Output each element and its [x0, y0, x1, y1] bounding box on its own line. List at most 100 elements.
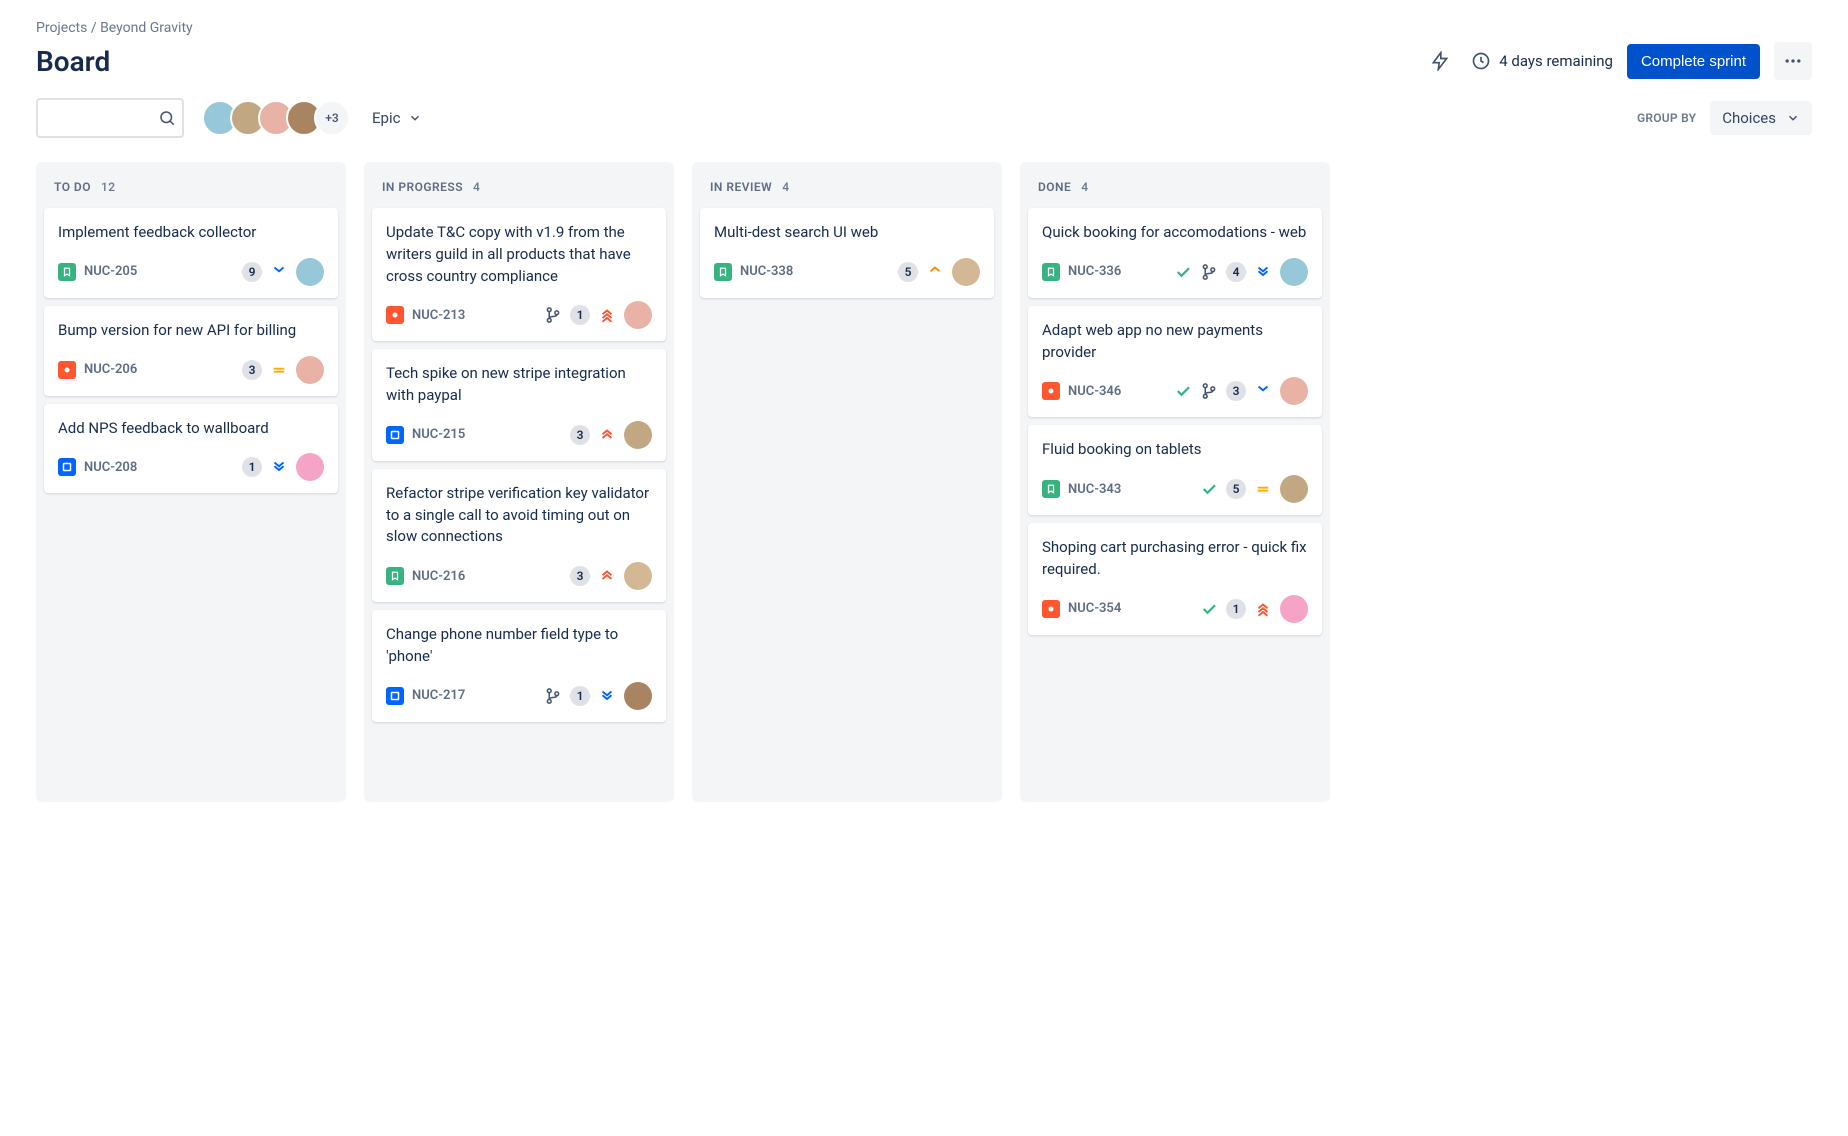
priority-icon — [598, 567, 616, 585]
issue-card[interactable]: Refactor stripe verification key validat… — [372, 469, 666, 602]
more-actions-button[interactable] — [1774, 42, 1812, 80]
assignee-avatar[interactable] — [1280, 258, 1308, 286]
assignee-avatar[interactable] — [296, 356, 324, 384]
column-inprogress: IN PROGRESS 4 Update T&C copy with v1.9 … — [364, 162, 674, 802]
column-done: DONE 4 Quick booking for accomodations -… — [1020, 162, 1330, 802]
ellipsis-icon — [1783, 51, 1803, 71]
branch-icon — [1200, 263, 1218, 281]
priority-icon — [1254, 600, 1272, 618]
breadcrumb-projects[interactable]: Projects — [36, 20, 87, 36]
card-title: Update T&C copy with v1.9 from the write… — [386, 222, 652, 287]
breadcrumb: Projects / Beyond Gravity — [36, 20, 1812, 36]
column-title: TO DO — [54, 180, 91, 194]
story-points-badge: 5 — [898, 262, 918, 282]
issue-key: NUC-206 — [84, 362, 137, 377]
story-points-badge: 3 — [242, 360, 262, 380]
card-title: Multi-dest search UI web — [714, 222, 980, 244]
column-title: IN PROGRESS — [382, 180, 463, 194]
priority-medium-icon — [1254, 480, 1272, 498]
story-points-badge: 1 — [570, 305, 590, 325]
check-icon — [1200, 480, 1218, 498]
assignee-avatar[interactable] — [1280, 377, 1308, 405]
card-title: Bump version for new API for billing — [58, 320, 324, 342]
assignee-avatar[interactable] — [296, 453, 324, 481]
issue-card[interactable]: Shoping cart purchasing error - quick fi… — [1028, 523, 1322, 635]
story-type-icon — [1042, 480, 1060, 498]
priority-icon — [1254, 382, 1272, 400]
automation-icon[interactable] — [1423, 44, 1457, 78]
issue-key: NUC-213 — [412, 308, 465, 323]
story-points-badge: 9 — [242, 262, 262, 282]
priority-icon — [598, 426, 616, 444]
priority-icon — [598, 306, 616, 324]
column-header: IN PROGRESS 4 — [372, 174, 666, 208]
issue-card[interactable]: Quick booking for accomodations - web NU… — [1028, 208, 1322, 298]
assignee-avatar[interactable] — [624, 562, 652, 590]
branch-icon — [544, 687, 562, 705]
issue-card[interactable]: Add NPS feedback to wallboard NUC-208 1 — [44, 404, 338, 494]
column-todo: TO DO 12 Implement feedback collector NU… — [36, 162, 346, 802]
issue-card[interactable]: Change phone number field type to 'phone… — [372, 610, 666, 722]
assignee-avatar[interactable] — [624, 421, 652, 449]
epic-filter[interactable]: Epic — [368, 103, 426, 133]
story-points-badge: 1 — [242, 457, 262, 477]
title-actions: 4 days remaining Complete sprint — [1423, 42, 1812, 80]
column-count: 4 — [473, 180, 480, 194]
story-points-badge: 1 — [570, 686, 590, 706]
check-icon — [1174, 382, 1192, 400]
column-count: 4 — [1081, 180, 1088, 194]
issue-card[interactable]: Multi-dest search UI web NUC-338 5 — [700, 208, 994, 298]
complete-sprint-button[interactable]: Complete sprint — [1627, 44, 1760, 79]
check-icon — [1200, 600, 1218, 618]
column-count: 12 — [101, 180, 116, 194]
priority-icon — [926, 263, 944, 281]
priority-icon — [270, 458, 288, 476]
column-title: DONE — [1038, 180, 1071, 194]
assignee-avatar[interactable] — [952, 258, 980, 286]
assignee-avatar[interactable] — [624, 301, 652, 329]
story-type-icon — [386, 567, 404, 585]
group-by-dropdown[interactable]: Choices — [1710, 101, 1812, 135]
issue-card[interactable]: Bump version for new API for billing NUC… — [44, 306, 338, 396]
column-count: 4 — [782, 180, 789, 194]
issue-card[interactable]: Implement feedback collector NUC-205 9 — [44, 208, 338, 298]
breadcrumb-project[interactable]: Beyond Gravity — [100, 20, 193, 36]
issue-card[interactable]: Adapt web app no new payments provider N… — [1028, 306, 1322, 418]
issue-card[interactable]: Tech spike on new stripe integration wit… — [372, 349, 666, 461]
issue-key: NUC-336 — [1068, 264, 1121, 279]
card-title: Change phone number field type to 'phone… — [386, 624, 652, 668]
bug-type-icon — [1042, 600, 1060, 618]
avatar-more[interactable]: +3 — [314, 100, 350, 136]
issue-card[interactable]: Update T&C copy with v1.9 from the write… — [372, 208, 666, 341]
issue-key: NUC-217 — [412, 688, 465, 703]
assignee-avatars[interactable]: +3 — [202, 100, 350, 136]
story-type-icon — [58, 263, 76, 281]
bug-type-icon — [1042, 382, 1060, 400]
issue-key: NUC-215 — [412, 427, 465, 442]
chevron-down-icon — [1786, 111, 1800, 125]
issue-key: NUC-216 — [412, 569, 465, 584]
issue-key: NUC-354 — [1068, 601, 1121, 616]
chevron-down-icon — [408, 111, 422, 125]
check-icon — [1174, 263, 1192, 281]
search-icon — [158, 109, 176, 127]
card-title: Adapt web app no new payments provider — [1042, 320, 1308, 364]
story-points-badge: 3 — [570, 566, 590, 586]
bug-type-icon — [386, 306, 404, 324]
issue-key: NUC-343 — [1068, 482, 1121, 497]
branch-icon — [544, 306, 562, 324]
issue-key: NUC-338 — [740, 264, 793, 279]
assignee-avatar[interactable] — [296, 258, 324, 286]
card-title: Quick booking for accomodations - web — [1042, 222, 1308, 244]
card-title: Fluid booking on tablets — [1042, 439, 1308, 461]
card-title: Add NPS feedback to wallboard — [58, 418, 324, 440]
assignee-avatar[interactable] — [1280, 595, 1308, 623]
issue-card[interactable]: Fluid booking on tablets NUC-343 5 — [1028, 425, 1322, 515]
task-type-icon — [58, 458, 76, 476]
issue-key: NUC-208 — [84, 460, 137, 475]
page-title: Board — [36, 45, 110, 78]
branch-icon — [1200, 382, 1218, 400]
assignee-avatar[interactable] — [1280, 475, 1308, 503]
assignee-avatar[interactable] — [624, 682, 652, 710]
task-type-icon — [386, 687, 404, 705]
